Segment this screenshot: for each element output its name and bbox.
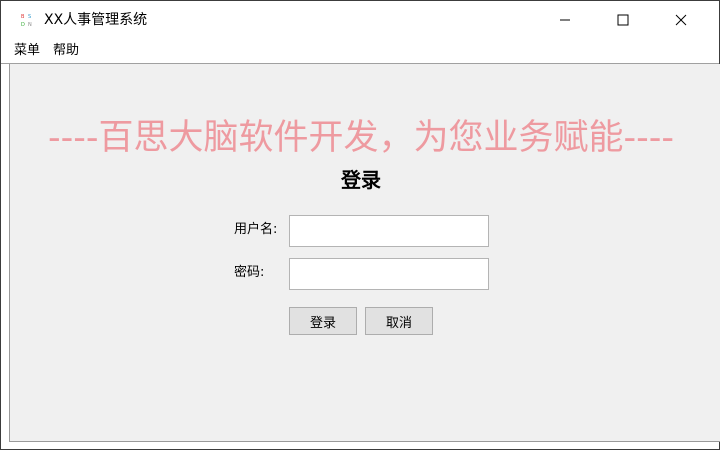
password-label: 密码:	[234, 265, 265, 280]
password-input[interactable]	[289, 258, 489, 290]
maximize-icon	[617, 14, 629, 25]
app-window: B S D N XX人事管理系统 菜单 帮助 ----百思大脑软件开发，为您业务…	[0, 0, 720, 450]
minimize-button[interactable]	[537, 1, 593, 38]
login-title: 登录	[341, 168, 381, 192]
login-panel: ----百思大脑软件开发，为您业务赋能---- 登录 用户名: 密码: 登录 取…	[9, 64, 720, 442]
slogan-banner: ----百思大脑软件开发，为您业务赋能----	[47, 118, 675, 158]
svg-text:D: D	[21, 22, 25, 28]
svg-text:B: B	[21, 14, 25, 20]
login-button[interactable]: 登录	[289, 307, 357, 335]
close-icon	[675, 14, 687, 25]
menu-item-help[interactable]: 帮助	[53, 42, 79, 59]
maximize-button[interactable]	[595, 1, 651, 38]
cancel-button[interactable]: 取消	[365, 307, 433, 335]
window-title: XX人事管理系统	[44, 12, 148, 28]
menu-item-menu[interactable]: 菜单	[14, 42, 40, 59]
svg-text:N: N	[28, 22, 32, 28]
close-button[interactable]	[653, 1, 709, 38]
svg-text:S: S	[28, 14, 31, 20]
menu-bar: 菜单 帮助	[1, 38, 719, 64]
username-label: 用户名:	[234, 222, 278, 237]
title-bar[interactable]: B S D N XX人事管理系统	[1, 1, 719, 38]
username-input[interactable]	[289, 215, 489, 247]
minimize-icon	[560, 19, 570, 20]
app-logo-icon: B S D N	[21, 14, 32, 28]
